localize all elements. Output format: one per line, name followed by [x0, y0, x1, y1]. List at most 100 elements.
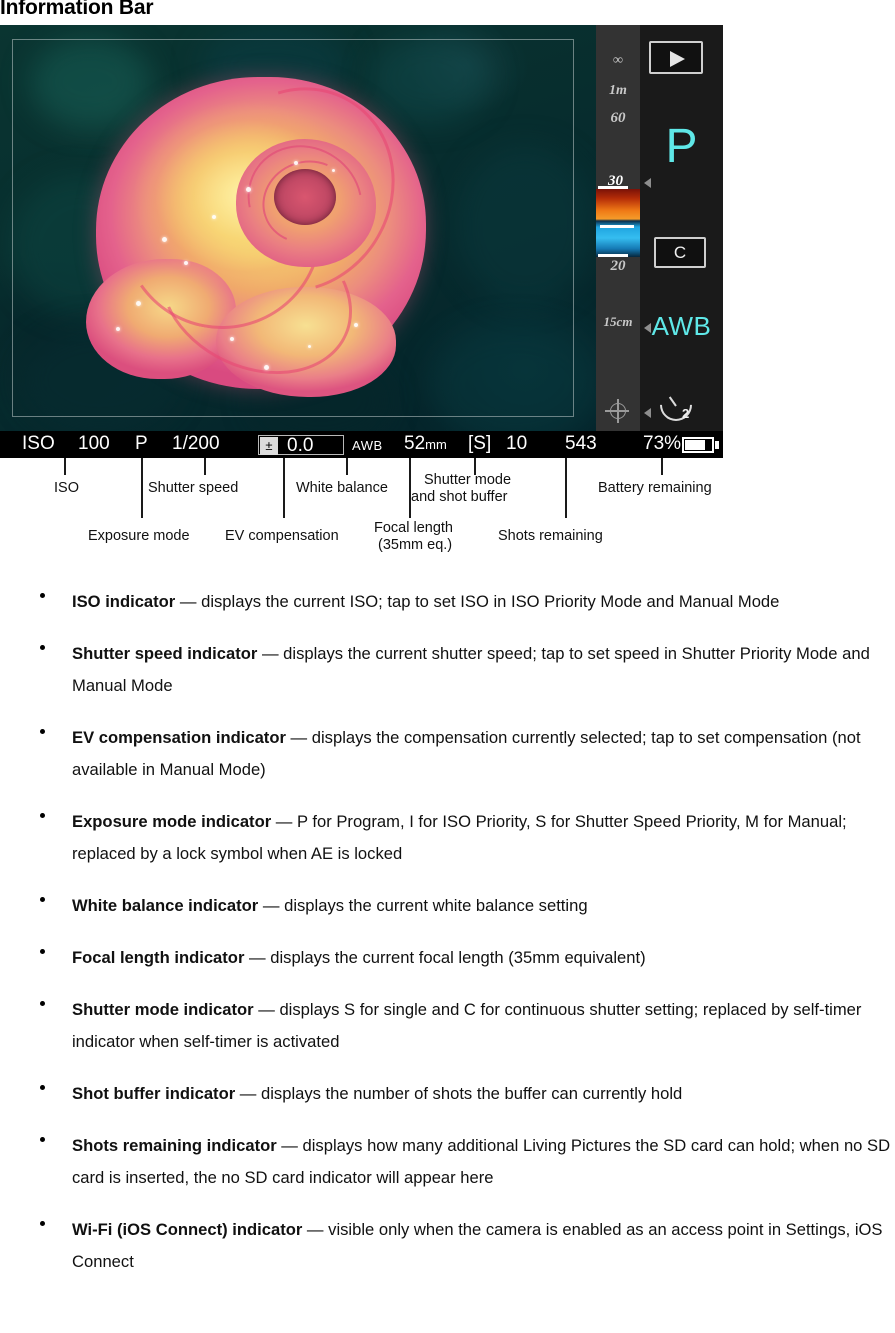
battery-icon	[682, 437, 714, 453]
list-item-text: Shutter mode indicator — displays S for …	[72, 994, 895, 1058]
list-item: ISO indicator — displays the current ISO…	[0, 586, 895, 618]
callout-shutter-mode-line1: Shutter mode	[424, 472, 512, 488]
bullet-dot	[40, 729, 45, 734]
callout-iso: ISO	[54, 480, 79, 496]
list-item-text: White balance indicator — displays the c…	[72, 890, 895, 922]
live-view-image	[0, 25, 596, 431]
indicator-term: White balance indicator	[72, 896, 259, 915]
callout-focal-length-line1: Focal length	[374, 520, 453, 536]
list-item-text: Wi-Fi (iOS Connect) indicator — visible …	[72, 1214, 895, 1278]
list-item-text: EV compensation indicator — displays the…	[72, 722, 895, 786]
iso-label: ISO	[22, 433, 55, 454]
list-item: Shutter speed indicator — displays the c…	[0, 638, 895, 702]
term-dash: —	[302, 1220, 329, 1239]
exposure-mode-value[interactable]: P	[135, 433, 148, 455]
indicator-term: Focal length indicator	[72, 948, 245, 967]
bullet-dot	[40, 1085, 45, 1090]
term-dash: —	[258, 896, 285, 915]
leader-line-shots-remaining	[565, 458, 567, 518]
camera-screenshot-figure: ∞ 1m 60 30 20 15cm P C AWB 2 ISO 100 P 1…	[0, 25, 723, 458]
scale-pointer-icon	[644, 178, 651, 188]
focus-tick-20	[598, 254, 628, 257]
continuous-shutter-mode-icon[interactable]: C	[649, 233, 706, 268]
callout-shutter-speed: Shutter speed	[148, 480, 239, 496]
term-dash: —	[244, 948, 271, 967]
leader-line-battery	[661, 458, 663, 475]
indicator-term: Shot buffer indicator	[72, 1084, 236, 1103]
bullet-dot	[40, 897, 45, 902]
term-dash: —	[271, 812, 297, 831]
term-dash: —	[257, 644, 284, 663]
callout-annotations: ISO Shutter speed White balance Shutter …	[0, 458, 730, 553]
list-item: Shutter mode indicator — displays S for …	[0, 994, 895, 1058]
shots-remaining-value: 543	[565, 433, 597, 454]
macro-focus-icon	[605, 399, 629, 423]
focus-label-20: 20	[610, 258, 626, 274]
list-item-text: Shutter speed indicator — displays the c…	[72, 638, 895, 702]
indicator-term: Exposure mode indicator	[72, 812, 272, 831]
self-timer-icon[interactable]: 2	[653, 382, 699, 428]
list-item: Focal length indicator — displays the cu…	[0, 942, 895, 974]
callout-exposure-mode: Exposure mode	[88, 528, 190, 544]
list-item-text: Shots remaining indicator — displays how…	[72, 1130, 895, 1194]
callout-ev-compensation: EV compensation	[225, 528, 339, 544]
list-item: Exposure mode indicator — P for Program,…	[0, 806, 895, 870]
term-dash: —	[285, 728, 312, 747]
white-balance-value[interactable]: AWB	[352, 438, 383, 453]
scale-pointer-icon	[644, 408, 651, 418]
focal-unit: mm	[425, 437, 447, 452]
list-item: Wi-Fi (iOS Connect) indicator — visible …	[0, 1214, 895, 1278]
list-item-text: Exposure mode indicator — P for Program,…	[72, 806, 895, 870]
battery-tip	[715, 441, 719, 449]
focus-tick-current	[600, 225, 634, 228]
focus-distance-scale: ∞ 1m 60 30 20 15cm	[596, 25, 640, 431]
leader-line-white-balance	[346, 458, 348, 475]
leader-line-focal-length	[409, 458, 411, 518]
information-bar: ISO 100 P 1/200 ± 0.0 AWB 52mm [S] 10 54…	[0, 431, 723, 458]
white-balance-indicator[interactable]: AWB	[640, 311, 723, 342]
callout-shutter-mode-line2: and shot buffer	[411, 489, 508, 505]
shutter-mode-value[interactable]: [S]	[468, 433, 491, 455]
battery-percent-value: 73%	[643, 433, 682, 454]
focal-length-value: 52mm	[404, 433, 447, 455]
viewfinder-frame	[12, 39, 574, 417]
camera-control-panel: ∞ 1m 60 30 20 15cm P C AWB 2	[596, 25, 723, 431]
callout-focal-length-line2: (35mm eq.)	[378, 537, 453, 553]
exposure-mode-indicator[interactable]: P	[640, 123, 723, 171]
ev-compensation-value: 0.0	[287, 435, 314, 456]
focus-label-1m: 1m	[609, 83, 627, 98]
shutter-mode-letter: C	[673, 243, 687, 262]
list-item-text: ISO indicator — displays the current ISO…	[72, 586, 895, 618]
list-item: EV compensation indicator — displays the…	[0, 722, 895, 786]
indicator-term: Shots remaining indicator	[72, 1136, 277, 1155]
indicator-term: Shutter speed indicator	[72, 644, 258, 663]
bullet-dot	[40, 1137, 45, 1142]
ev-compensation-icon: ±	[260, 437, 278, 455]
callout-shots-remaining: Shots remaining	[498, 528, 603, 544]
list-item: Shots remaining indicator — displays how…	[0, 1130, 895, 1194]
shutter-speed-value[interactable]: 1/200	[172, 433, 220, 455]
bullet-dot	[40, 645, 45, 650]
indicator-description: displays the current ISO; tap to set ISO…	[201, 592, 780, 611]
iso-value[interactable]: 100	[78, 433, 110, 455]
list-item-text: Focal length indicator — displays the cu…	[72, 942, 895, 974]
indicator-description: displays the current white balance setti…	[284, 896, 588, 915]
focus-gradient-bar	[596, 189, 640, 257]
indicator-term: Wi-Fi (iOS Connect) indicator	[72, 1220, 303, 1239]
battery-fill	[685, 440, 705, 450]
page-title: Information Bar	[0, 0, 154, 19]
indicator-term: Shutter mode indicator	[72, 1000, 254, 1019]
focus-label-30: 30	[608, 173, 623, 189]
ev-compensation-control[interactable]: ± 0.0	[258, 435, 344, 456]
leader-line-ev-compensation	[283, 458, 285, 518]
term-dash: —	[253, 1000, 280, 1019]
bullet-dot	[40, 1221, 45, 1226]
focus-label-infinity: ∞	[613, 53, 623, 68]
bullet-dot	[40, 1001, 45, 1006]
leader-line-exposure-mode	[141, 458, 143, 518]
term-dash: —	[235, 1084, 261, 1103]
bullet-dot	[40, 813, 45, 818]
play-icon[interactable]	[649, 41, 703, 74]
shot-buffer-value: 10	[506, 433, 528, 454]
list-item: White balance indicator — displays the c…	[0, 890, 895, 922]
